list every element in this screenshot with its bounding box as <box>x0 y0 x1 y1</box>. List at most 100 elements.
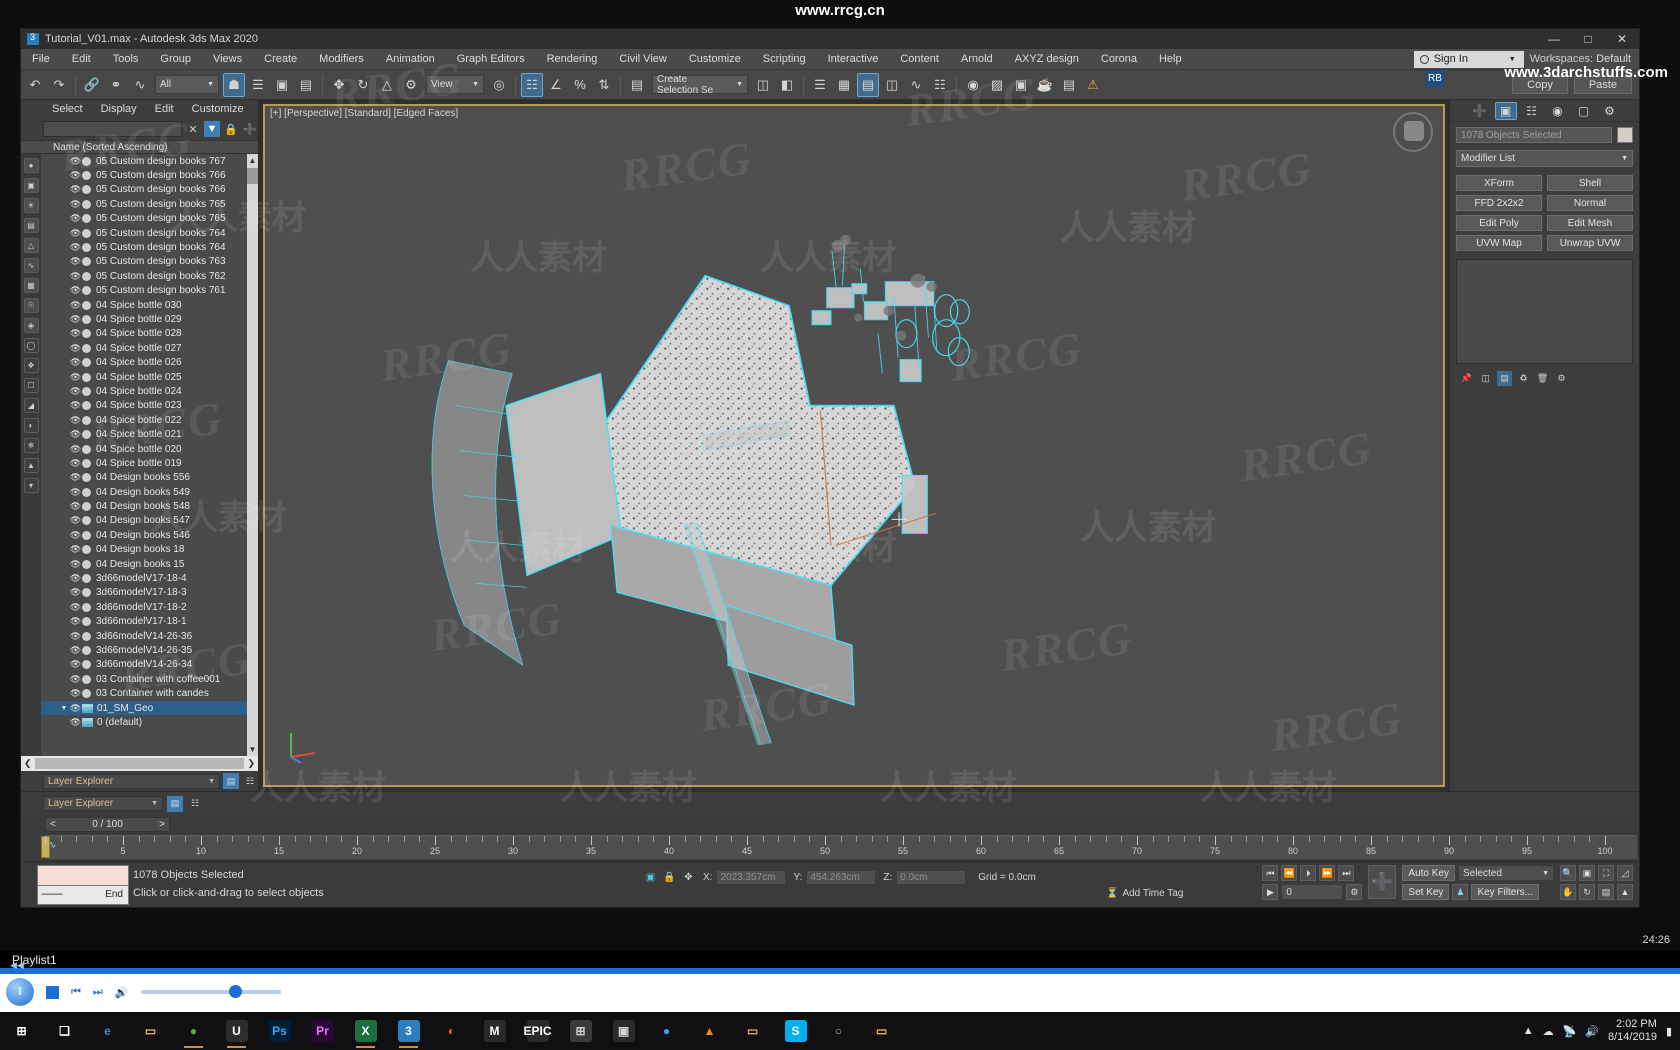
visibility-eye-icon[interactable]: 👁 <box>69 645 82 656</box>
x-coordinate-field[interactable]: 2023.357cm <box>716 870 786 885</box>
ribbon-icon[interactable]: ◫ <box>881 73 903 97</box>
named-selection-combo[interactable]: Create Selection Se ▼ <box>652 75 748 94</box>
filter-frozen-icon[interactable]: ❄ <box>24 438 39 453</box>
visibility-eye-icon[interactable]: 👁 <box>69 199 82 210</box>
taskbar-marmoset-icon[interactable]: M <box>473 1012 516 1050</box>
scene-explorer-row[interactable]: 👁04 Spice bottle 024 <box>41 384 258 398</box>
object-color-swatch[interactable] <box>1617 127 1633 143</box>
taskbar-vlc-icon[interactable]: ▲ <box>688 1012 731 1050</box>
filter-lights-icon[interactable]: ☀ <box>24 198 39 213</box>
menu-item-arnold[interactable]: Arnold <box>950 49 1004 70</box>
rendered-frame-window-icon[interactable]: ▣ <box>1010 73 1032 97</box>
visibility-eye-icon[interactable]: 👁 <box>69 386 82 397</box>
scene-explorer-row[interactable]: 👁3d66modelV14-26-36 <box>41 629 258 643</box>
scroll-down-arrow-icon[interactable]: ▼ <box>247 743 258 756</box>
volume-icon[interactable]: 🔊 <box>115 986 129 999</box>
modifier-button-edit-poly[interactable]: Edit Poly <box>1456 215 1542 231</box>
toggle-scene-explorer-icon[interactable]: ▤ <box>857 73 879 97</box>
play-animation-icon[interactable]: ⏵ <box>1300 865 1316 881</box>
scene-explorer-row[interactable]: 👁04 Design books 548 <box>41 499 258 513</box>
timeline-ruler[interactable]: ∿ 51015202530354045505560657075808590951… <box>45 835 1637 859</box>
modifier-button-uvw-map[interactable]: UVW Map <box>1456 235 1542 251</box>
tray-network-icon[interactable]: 📡 <box>1563 1025 1577 1038</box>
menu-item-rendering[interactable]: Rendering <box>536 49 609 70</box>
visibility-eye-icon[interactable]: 👁 <box>69 256 82 267</box>
key-frame-spinner[interactable]: 0 <box>1281 884 1343 900</box>
field-of-view-icon[interactable]: ◿ <box>1617 865 1633 881</box>
configure-sets-icon[interactable]: ⚙ <box>1554 371 1569 386</box>
scene-explorer-row[interactable]: 👁3d66modelV17-18-3 <box>41 586 258 600</box>
show-desktop-icon[interactable]: ▮ <box>1666 1025 1672 1038</box>
warning-icon[interactable]: ⚠ <box>1082 73 1104 97</box>
visibility-eye-icon[interactable]: 👁 <box>69 587 82 598</box>
scene-explorer-row[interactable]: 👁05 Custom design books 764 <box>41 240 258 254</box>
listener-pink-field[interactable] <box>37 865 129 886</box>
scene-explorer-row[interactable]: 👁04 Design books 547 <box>41 514 258 528</box>
scene-explorer-row[interactable]: 👁04 Spice bottle 020 <box>41 442 258 456</box>
explorer-menu-edit[interactable]: Edit <box>146 103 183 115</box>
volume-slider-knob[interactable] <box>229 985 242 998</box>
taskbar-messenger-icon[interactable]: ● <box>645 1012 688 1050</box>
modifier-button-ffd-2x2x2[interactable]: FFD 2x2x2 <box>1456 195 1542 211</box>
render-iterative-icon[interactable]: ▤ <box>1058 73 1080 97</box>
menu-item-scripting[interactable]: Scripting <box>752 49 817 70</box>
reference-coordinate-combo[interactable]: View ▼ <box>426 75 484 94</box>
filter-xrefs-icon[interactable]: ☉ <box>24 298 39 313</box>
scene-explorer-icon[interactable]: ▦ <box>833 73 855 97</box>
taskbar-blender-icon[interactable]: ◐ <box>430 1012 473 1050</box>
select-by-name-icon[interactable]: ☰ <box>247 73 269 97</box>
visibility-eye-icon[interactable]: 👁 <box>69 300 82 311</box>
pan-view-icon[interactable]: ✋ <box>1560 884 1576 900</box>
modifier-list-dropdown[interactable]: Modifier List ▼ <box>1456 150 1633 167</box>
scene-explorer-row[interactable]: 👁05 Custom design books 762 <box>41 269 258 283</box>
key-filters-button[interactable]: Key Filters... <box>1471 884 1539 900</box>
scene-explorer-row[interactable]: 👁3d66modelV17-18-1 <box>41 615 258 629</box>
scene-explorer-row[interactable]: 👁04 Spice bottle 025 <box>41 370 258 384</box>
tab-display[interactable]: ▢ <box>1573 102 1595 120</box>
align-icon[interactable]: ◧ <box>776 73 798 97</box>
close-button[interactable]: ✕ <box>1605 29 1639 49</box>
walkthrough-icon[interactable]: ▲ <box>1617 884 1633 900</box>
explorer-menu-select[interactable]: Select <box>43 103 92 115</box>
taskbar-folder-2-icon[interactable]: ▭ <box>860 1012 903 1050</box>
modifier-button-normal[interactable]: Normal <box>1547 195 1633 211</box>
visibility-eye-icon[interactable]: 👁 <box>69 242 82 253</box>
object-name-field[interactable]: 1078 Objects Selected <box>1456 127 1612 143</box>
menu-item-views[interactable]: Views <box>202 49 253 70</box>
visibility-eye-icon[interactable]: 👁 <box>69 602 82 613</box>
snaps-toggle-icon[interactable]: ☷ <box>521 73 543 97</box>
scene-explorer-row[interactable]: 👁04 Spice bottle 029 <box>41 312 258 326</box>
visibility-eye-icon[interactable]: 👁 <box>69 703 82 714</box>
menu-item-customize[interactable]: Customize <box>678 49 752 70</box>
scene-explorer-row[interactable]: 👁05 Custom design books 765 <box>41 212 258 226</box>
scroll-left-arrow-icon[interactable]: ❮ <box>24 758 32 769</box>
media-seek-bar[interactable] <box>0 968 1680 974</box>
add-layer-icon[interactable]: ➕ <box>242 121 258 137</box>
tab-hierarchy[interactable]: ☷ <box>1521 102 1543 120</box>
visibility-eye-icon[interactable]: 👁 <box>69 415 82 426</box>
scene-explorer-row[interactable]: 👁04 Spice bottle 027 <box>41 341 258 355</box>
visibility-eye-icon[interactable]: 👁 <box>69 631 82 642</box>
visibility-eye-icon[interactable]: 👁 <box>69 429 82 440</box>
scrollbar-thumb[interactable] <box>247 168 258 184</box>
make-unique-icon[interactable]: ▤ <box>1497 371 1512 386</box>
y-coordinate-field[interactable]: 454.263cm <box>806 870 876 885</box>
visibility-eye-icon[interactable]: 👁 <box>69 674 82 685</box>
scene-explorer-row[interactable]: 👁04 Design books 549 <box>41 485 258 499</box>
scene-explorer-row[interactable]: 👁05 Custom design books 766 <box>41 183 258 197</box>
scene-explorer-row[interactable]: 👁04 Design books 18 <box>41 543 258 557</box>
scene-explorer-row[interactable]: ▼👁01_SM_Geo <box>41 701 258 715</box>
mirror-icon[interactable]: ◫ <box>752 73 774 97</box>
filter-bones-icon[interactable]: ◈ <box>24 318 39 333</box>
taskbar-start-icon[interactable]: ⊞ <box>0 1012 43 1050</box>
delete-modifier-icon[interactable]: 🗑 <box>1535 371 1550 386</box>
scene-explorer-row[interactable]: 👁04 Spice bottle 022 <box>41 413 258 427</box>
material-editor-icon[interactable]: ◉ <box>962 73 984 97</box>
scroll-up-arrow-icon[interactable]: ▲ <box>247 154 258 167</box>
go-to-end-icon[interactable]: ⏭ <box>1338 865 1354 881</box>
select-object-icon[interactable]: ☗ <box>223 73 245 97</box>
zoom-all-icon[interactable]: ▣ <box>1579 865 1595 881</box>
scene-explorer-row[interactable]: 👁04 Spice bottle 026 <box>41 355 258 369</box>
filter-bone-objects-icon[interactable]: ◢ <box>24 398 39 413</box>
tab-motion[interactable]: ◉ <box>1547 102 1569 120</box>
